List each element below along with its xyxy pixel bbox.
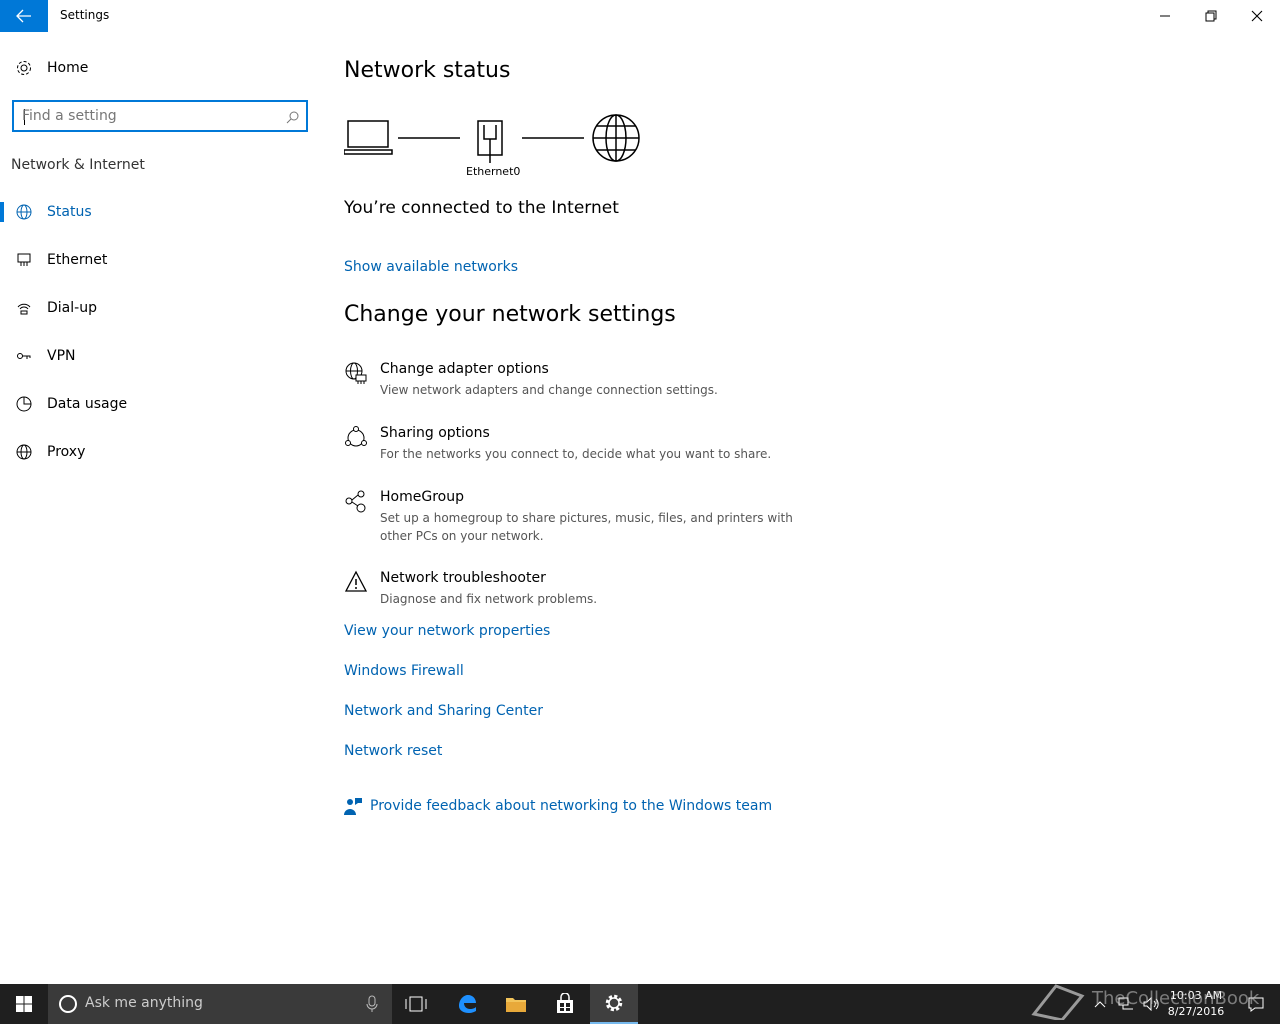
- search-input[interactable]: [22, 106, 272, 126]
- network-status-heading: Network status: [344, 58, 511, 83]
- laptop-icon: [344, 120, 393, 155]
- close-icon: [1251, 10, 1263, 22]
- microphone-icon[interactable]: [366, 995, 378, 1013]
- option-desc: View network adapters and change connect…: [380, 383, 718, 397]
- section-label: Network & Internet: [11, 157, 145, 173]
- option-desc: Set up a homegroup to share pictures, mu…: [380, 511, 793, 543]
- network-properties-link[interactable]: View your network properties: [344, 623, 550, 639]
- taskbar-store[interactable]: [541, 984, 589, 1024]
- ethernet-port-icon: [477, 120, 503, 163]
- sidebar-item-label: Proxy: [47, 444, 86, 460]
- home-label: Home: [47, 60, 89, 76]
- back-button[interactable]: [0, 0, 48, 32]
- option-desc: Diagnose and fix network problems.: [380, 592, 598, 606]
- edge-icon: [459, 995, 476, 1013]
- show-available-networks-link[interactable]: Show available networks: [344, 259, 518, 275]
- task-view-icon: [405, 996, 427, 1012]
- close-button[interactable]: [1234, 0, 1280, 32]
- vpn-icon: [14, 346, 34, 366]
- network-reset-link[interactable]: Network reset: [344, 743, 442, 759]
- warning-icon: [344, 570, 368, 592]
- gear-icon: [605, 994, 623, 1012]
- globe-icon: [14, 442, 34, 462]
- sidebar-item-data-usage[interactable]: Data usage: [0, 380, 320, 428]
- minimize-button[interactable]: [1142, 0, 1188, 32]
- taskbar-edge[interactable]: [443, 984, 491, 1024]
- ethernet-icon: [14, 250, 34, 270]
- taskbar-settings[interactable]: [590, 984, 638, 1024]
- restore-icon: [1205, 10, 1217, 22]
- app-title: Settings: [60, 8, 110, 22]
- dialup-icon: [14, 298, 34, 318]
- task-view-button[interactable]: [392, 984, 440, 1024]
- minimize-icon: [1160, 15, 1170, 17]
- cortana-search-box[interactable]: Ask me anything: [48, 984, 392, 1024]
- change-settings-heading: Change your network settings: [344, 302, 676, 327]
- watermark: TheCollectionBook: [1092, 988, 1260, 1009]
- adapter-icon: [345, 362, 367, 384]
- restore-button[interactable]: [1188, 0, 1234, 32]
- feedback-label: Provide feedback about networking to the…: [370, 798, 773, 814]
- store-icon: [557, 993, 573, 1013]
- feedback-icon: [344, 798, 362, 815]
- connection-status: You’re connected to the Internet: [344, 198, 619, 218]
- arrow-left-icon: [16, 9, 31, 23]
- globe-icon: [592, 114, 640, 162]
- option-title: HomeGroup: [380, 489, 464, 505]
- sidebar-item-label: Data usage: [47, 396, 128, 412]
- option-desc: For the networks you connect to, decide …: [380, 447, 772, 461]
- cortana-search-text: Ask me anything: [85, 995, 203, 1011]
- sidebar-home[interactable]: Home: [0, 56, 320, 80]
- sidebar-item-vpn[interactable]: VPN: [0, 332, 320, 380]
- gear-icon: [14, 58, 34, 78]
- folder-icon: [506, 998, 526, 1012]
- option-title: Sharing options: [380, 425, 490, 441]
- sidebar-item-label: VPN: [47, 348, 76, 364]
- option-title: Change adapter options: [380, 361, 549, 377]
- windows-firewall-link[interactable]: Windows Firewall: [344, 663, 464, 679]
- sharing-icon: [345, 426, 367, 447]
- sidebar-item-label: Ethernet: [47, 252, 108, 268]
- sidebar-item-label: Status: [47, 204, 92, 220]
- network-sharing-center-link[interactable]: Network and Sharing Center: [344, 703, 543, 719]
- windows-logo-icon: [16, 996, 32, 1012]
- adapter-label: Ethernet0: [466, 165, 521, 178]
- pie-chart-icon: [14, 394, 34, 414]
- cortana-icon: [59, 995, 77, 1013]
- active-indicator: [0, 202, 4, 222]
- sidebar-item-proxy[interactable]: Proxy: [0, 428, 320, 476]
- sidebar-item-ethernet[interactable]: Ethernet: [0, 236, 320, 284]
- taskbar: Ask me anything 10:03 AM 8/27/2016: [0, 984, 1280, 1024]
- sidebar-item-dialup[interactable]: Dial-up: [0, 284, 320, 332]
- start-button[interactable]: [0, 984, 48, 1024]
- taskbar-file-explorer[interactable]: [492, 984, 540, 1024]
- globe-icon: [14, 202, 34, 222]
- sidebar-item-label: Dial-up: [47, 300, 97, 316]
- search-icon[interactable]: [286, 109, 300, 128]
- sidebar-item-status[interactable]: Status: [0, 188, 320, 236]
- homegroup-icon: [345, 490, 366, 513]
- search-box[interactable]: [12, 100, 308, 132]
- option-title: Network troubleshooter: [380, 570, 546, 586]
- book-logo-icon: [1031, 984, 1085, 1020]
- title-bar: Settings: [0, 0, 1280, 32]
